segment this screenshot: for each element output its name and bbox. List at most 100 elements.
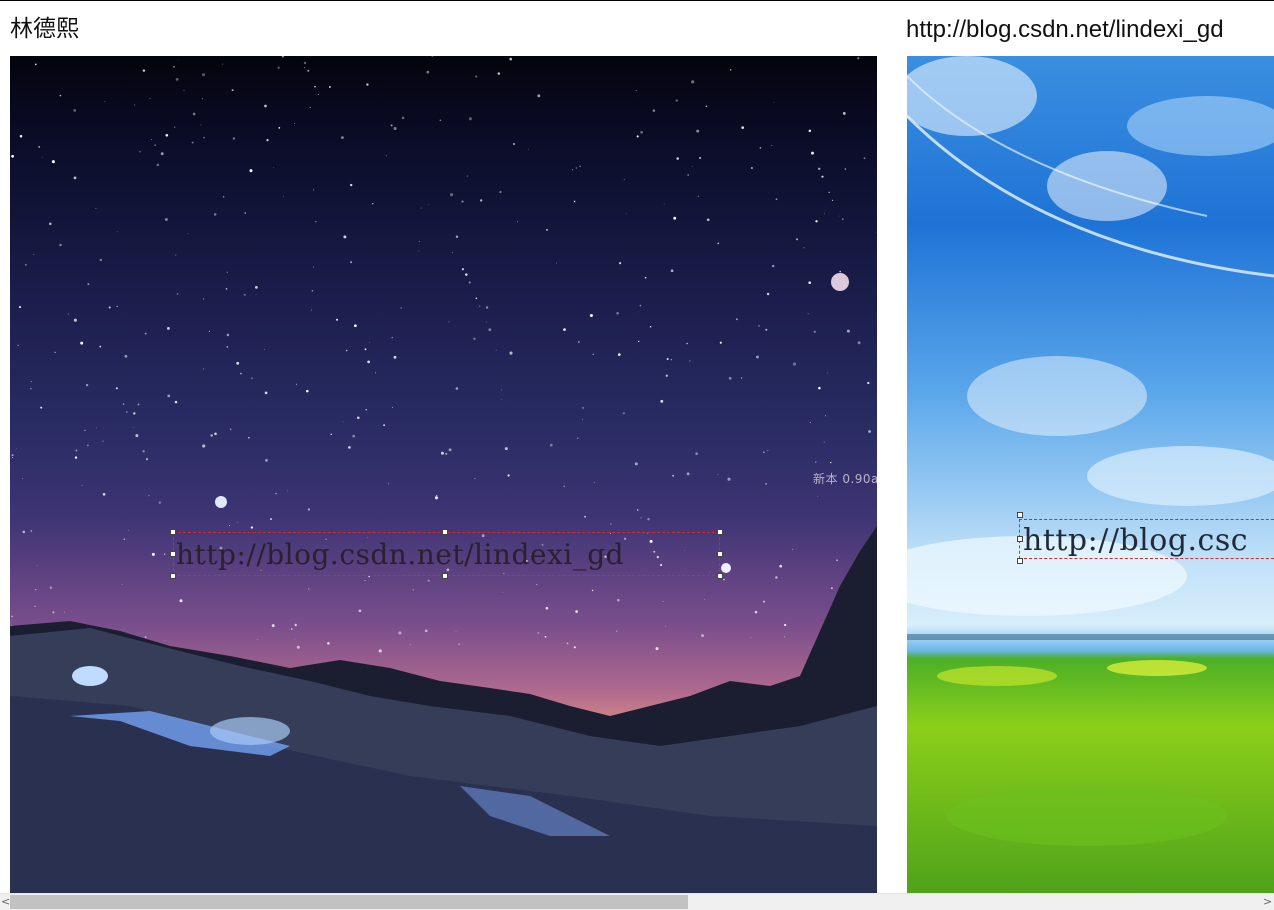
star xyxy=(475,297,478,300)
sky-watermark-text[interactable]: http://blog.csc xyxy=(1023,523,1248,558)
resize-handle[interactable] xyxy=(717,573,723,579)
star xyxy=(350,261,353,264)
star xyxy=(364,348,367,351)
star xyxy=(367,360,370,364)
star xyxy=(383,424,385,426)
star xyxy=(455,631,457,633)
star xyxy=(116,231,118,233)
star xyxy=(434,496,439,500)
star xyxy=(549,443,553,447)
star xyxy=(836,559,838,562)
star xyxy=(358,609,362,613)
star xyxy=(30,530,33,532)
star xyxy=(271,624,275,628)
star xyxy=(499,190,502,194)
star xyxy=(313,189,315,191)
resize-handle[interactable] xyxy=(170,573,176,579)
star xyxy=(815,220,818,223)
star xyxy=(264,391,268,395)
star xyxy=(736,318,738,321)
night-watermark-text[interactable]: http://blog.csdn.net/lindexi_gd xyxy=(176,538,624,571)
star xyxy=(817,495,819,497)
resize-handle[interactable] xyxy=(1017,536,1023,542)
star xyxy=(728,376,732,380)
star xyxy=(635,89,637,91)
star xyxy=(808,281,811,284)
star xyxy=(759,147,762,149)
star xyxy=(375,372,376,374)
star xyxy=(730,69,732,71)
blog-url-label: http://blog.csdn.net/lindexi_gd xyxy=(906,16,1224,43)
star xyxy=(393,126,397,131)
star xyxy=(509,351,513,355)
star xyxy=(122,403,125,405)
star xyxy=(765,328,768,331)
star xyxy=(95,208,97,209)
star xyxy=(468,117,472,121)
resize-handle[interactable] xyxy=(1017,512,1023,518)
resize-handle[interactable] xyxy=(170,529,176,535)
star xyxy=(828,191,830,194)
star xyxy=(813,330,816,333)
star xyxy=(537,632,539,634)
star xyxy=(187,232,189,234)
resize-handle[interactable] xyxy=(442,529,448,535)
star xyxy=(229,525,231,527)
resize-handle[interactable] xyxy=(170,551,176,557)
star xyxy=(275,492,277,495)
star xyxy=(51,160,55,164)
star xyxy=(571,169,574,171)
star xyxy=(863,157,866,160)
star xyxy=(18,306,22,309)
star xyxy=(52,611,55,614)
star xyxy=(556,262,558,264)
star xyxy=(392,407,393,408)
star xyxy=(41,156,43,158)
star xyxy=(255,286,258,289)
star xyxy=(248,436,250,439)
star xyxy=(566,642,569,645)
star xyxy=(617,353,621,356)
star xyxy=(636,135,639,138)
star xyxy=(762,600,766,603)
star xyxy=(142,69,146,72)
star xyxy=(202,298,205,300)
resize-handle[interactable] xyxy=(717,529,723,535)
scroll-thumb[interactable] xyxy=(10,895,688,909)
star xyxy=(156,163,160,167)
resize-handle[interactable] xyxy=(442,573,448,579)
scroll-left-arrow-icon[interactable]: < xyxy=(1,894,10,910)
star xyxy=(115,387,118,390)
star xyxy=(448,448,452,452)
star xyxy=(175,78,179,81)
star xyxy=(343,235,347,239)
horizontal-scrollbar[interactable]: < > xyxy=(0,893,1274,910)
star xyxy=(232,137,236,140)
star xyxy=(330,433,332,435)
star xyxy=(424,629,428,633)
star xyxy=(378,649,382,653)
star xyxy=(95,427,97,429)
resize-handle[interactable] xyxy=(717,551,723,557)
star xyxy=(124,354,128,358)
resize-handle[interactable] xyxy=(1017,558,1023,564)
star xyxy=(696,129,700,133)
star xyxy=(210,434,214,437)
star xyxy=(314,85,316,88)
star xyxy=(461,200,464,203)
star xyxy=(507,474,510,477)
star xyxy=(372,203,374,205)
star xyxy=(740,377,743,379)
star xyxy=(167,394,171,398)
star xyxy=(867,381,870,385)
star xyxy=(691,80,695,84)
star xyxy=(202,73,205,77)
scroll-right-arrow-icon[interactable]: > xyxy=(1263,894,1272,910)
star xyxy=(825,415,826,417)
star xyxy=(34,63,37,66)
star xyxy=(420,207,422,209)
star xyxy=(73,176,77,180)
star xyxy=(304,67,306,69)
star xyxy=(127,529,130,531)
star xyxy=(795,238,799,241)
